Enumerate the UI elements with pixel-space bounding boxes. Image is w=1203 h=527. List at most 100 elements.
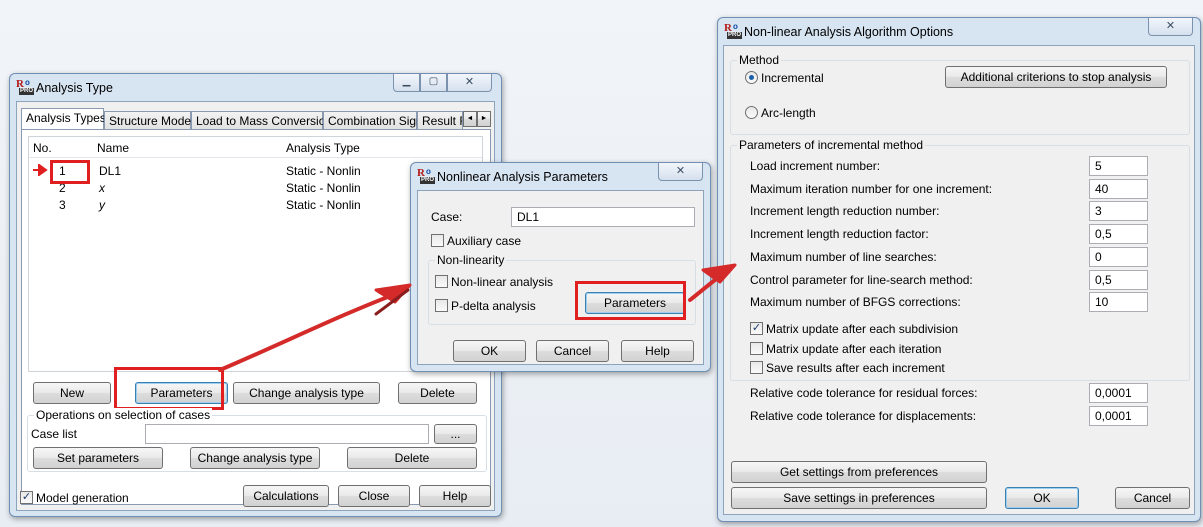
case-list-label: Case list [31, 427, 78, 441]
robot-app-icon: Ro PRO [417, 167, 436, 184]
highlight-parameters-button [114, 367, 224, 410]
line-searches-input[interactable]: 0 [1089, 247, 1148, 267]
arc-length-label: Arc-length [761, 106, 816, 120]
pdelta-analysis-label: P-delta analysis [451, 299, 536, 313]
model-generation-checkbox[interactable]: ✓ [20, 491, 33, 504]
ops-delete-button[interactable]: Delete [347, 447, 477, 469]
ok-button[interactable]: OK [453, 340, 526, 362]
reduction-factor-label: Increment length reduction factor: [750, 227, 929, 241]
cell-name: y [99, 198, 105, 212]
cases-list-header: No. Name Analysis Type [29, 137, 482, 158]
bfgs-corrections-label: Maximum number of BFGS corrections: [750, 295, 961, 309]
get-settings-button[interactable]: Get settings from preferences [731, 461, 987, 483]
cancel-button[interactable]: Cancel [536, 340, 609, 362]
algorithm-options-window: Ro PRO Non-linear Analysis Algorithm Opti… [717, 17, 1201, 522]
tab-analysis-types[interactable]: Analysis Types [21, 108, 106, 130]
algorithm-options-client: Method Incremental Additional criterions… [723, 45, 1195, 515]
tab-combination-sign[interactable]: Combination Sign [323, 111, 423, 130]
window-title: Non-linear Analysis Algorithm Options [744, 25, 954, 39]
minimize-icon[interactable]: ▁ [393, 74, 420, 92]
incremental-label: Incremental [761, 71, 824, 85]
cell-no: 3 [59, 198, 66, 212]
cell-name: x [99, 181, 105, 195]
bfgs-corrections-input[interactable]: 10 [1089, 292, 1148, 312]
help-button[interactable]: Help [419, 485, 491, 507]
tab-scroll-right-icon[interactable]: ► [477, 111, 491, 127]
set-parameters-button[interactable]: Set parameters [33, 447, 163, 469]
close-icon[interactable]: ✕ [1148, 18, 1193, 36]
help-button[interactable]: Help [621, 340, 694, 362]
save-results-label: Save results after each increment [766, 361, 945, 375]
cell-type: Static - Nonlin [286, 181, 361, 195]
new-button[interactable]: New [33, 382, 111, 404]
calculations-button[interactable]: Calculations [243, 485, 329, 507]
close-icon[interactable]: ✕ [447, 74, 492, 92]
highlight-parameters-button [575, 281, 686, 320]
ok-button[interactable]: OK [1005, 487, 1079, 509]
model-generation-label: Model generation [36, 491, 129, 505]
robot-app-icon: Ro PRO [724, 22, 743, 39]
column-analysis-type[interactable]: Analysis Type [286, 141, 360, 155]
reduction-factor-input[interactable]: 0,5 [1089, 224, 1148, 244]
nonlinear-analysis-checkbox[interactable] [435, 275, 448, 288]
non-linearity-group-title: Non-linearity [435, 253, 507, 267]
additional-criterions-button[interactable]: Additional criterions to stop analysis [945, 66, 1167, 88]
arc-length-radio[interactable] [745, 106, 758, 119]
tab-result[interactable]: Result F [417, 111, 463, 130]
incremental-radio[interactable] [745, 71, 758, 84]
save-results-checkbox[interactable] [750, 361, 763, 374]
cell-type: Static - Nonlin [286, 198, 361, 212]
operations-group-title: Operations on selection of cases [34, 408, 213, 422]
maximize-icon[interactable]: ▢ [420, 74, 447, 92]
cell-name: DL1 [99, 164, 122, 178]
auxiliary-case-checkbox[interactable] [431, 234, 444, 247]
nonlinear-params-window: Ro PRO Nonlinear Analysis Parameters ✕ Ca… [410, 162, 711, 372]
displacement-tolerance-input[interactable]: 0,0001 [1089, 406, 1148, 426]
matrix-iteration-label: Matrix update after each iteration [766, 342, 942, 356]
residual-tolerance-input[interactable]: 0,0001 [1089, 383, 1148, 403]
incremental-params-title: Parameters of incremental method [737, 138, 926, 152]
nonlinear-analysis-label: Non-linear analysis [451, 275, 554, 289]
matrix-iteration-checkbox[interactable] [750, 342, 763, 355]
method-group-title: Method [737, 53, 782, 67]
case-list-input[interactable] [145, 424, 429, 444]
matrix-subdivision-checkbox[interactable]: ✓ [750, 322, 763, 335]
window-title: Nonlinear Analysis Parameters [437, 170, 608, 184]
window-title: Analysis Type [36, 81, 113, 95]
ops-change-analysis-type-button[interactable]: Change analysis type [190, 447, 320, 469]
residual-tolerance-label: Relative code tolerance for residual for… [750, 386, 978, 400]
case-input[interactable]: DL1 [511, 207, 695, 227]
auxiliary-case-label: Auxiliary case [447, 234, 522, 248]
titlebar[interactable]: Ro PRO Non-linear Analysis Algorithm Opti… [718, 18, 1200, 46]
max-iteration-input[interactable]: 40 [1089, 179, 1148, 199]
titlebar[interactable]: Ro PRO Nonlinear Analysis Parameters ✕ [411, 163, 710, 191]
load-increment-label: Load increment number: [750, 159, 881, 173]
cell-type: Static - Nonlin [286, 164, 361, 178]
robot-app-icon: Ro PRO [16, 78, 35, 95]
delete-button[interactable]: Delete [398, 382, 477, 404]
nonlinear-params-client: Case: DL1 Auxiliary case Non-linearity N… [417, 190, 704, 365]
change-analysis-type-button[interactable]: Change analysis type [233, 382, 380, 404]
matrix-subdivision-label: Matrix update after each subdivision [766, 322, 959, 336]
control-parameter-input[interactable]: 0,5 [1089, 270, 1148, 290]
pdelta-analysis-checkbox[interactable] [435, 299, 448, 312]
case-label: Case: [431, 210, 463, 224]
control-parameter-label: Control parameter for line-search method… [750, 273, 973, 287]
reduction-number-label: Increment length reduction number: [750, 204, 940, 218]
load-increment-input[interactable]: 5 [1089, 156, 1148, 176]
case-list-browse-button[interactable]: ... [434, 424, 477, 444]
reduction-number-input[interactable]: 3 [1089, 201, 1148, 221]
close-icon[interactable]: ✕ [658, 163, 703, 181]
column-name[interactable]: Name [97, 141, 129, 155]
displacement-tolerance-label: Relative code tolerance for displacement… [750, 409, 977, 423]
column-no[interactable]: No. [33, 141, 52, 155]
highlight-row-number [50, 160, 90, 184]
cancel-button[interactable]: Cancel [1115, 487, 1190, 509]
titlebar[interactable]: Ro PRO Analysis Type ▁ ▢ ✕ [10, 74, 501, 102]
tab-load-to-mass[interactable]: Load to Mass Conversion [191, 111, 332, 130]
tab-scroll-left-icon[interactable]: ◄ [463, 111, 477, 127]
close-button[interactable]: Close [338, 485, 410, 507]
save-settings-button[interactable]: Save settings in preferences [731, 487, 987, 509]
tab-structure-model[interactable]: Structure Model [104, 111, 194, 130]
line-searches-label: Maximum number of line searches: [750, 250, 937, 264]
